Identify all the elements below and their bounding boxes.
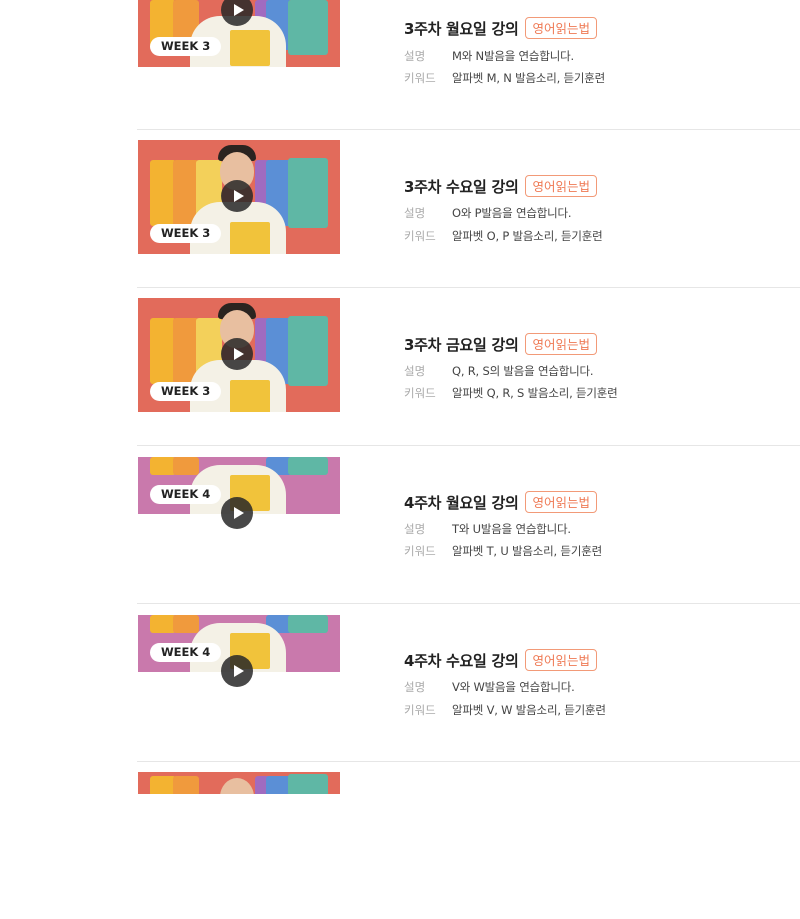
keywords-value: 알파벳 M, N 발음소리, 듣기훈련	[452, 71, 606, 85]
play-icon[interactable]	[221, 0, 253, 26]
keywords-label: 키워드	[404, 544, 436, 558]
week-badge: WEEK 4	[150, 643, 222, 662]
keywords-value: 알파벳 O, P 발음소리, 듣기훈련	[452, 229, 603, 243]
lecture-title[interactable]: 4주차 월요일 강의	[404, 492, 519, 513]
lecture-description: 설명 M와 N발음을 연습합니다.	[404, 48, 574, 64]
keywords-value: 알파벳 V, W 발음소리, 듣기훈련	[452, 703, 606, 717]
description-label: 설명	[404, 206, 426, 220]
lecture-item[interactable]: WEEK 3 3주차 금요일 강의 영어읽는법 설명 Q, R, S의 발음을 연…	[0, 287, 800, 445]
keywords-label: 키워드	[404, 229, 436, 243]
category-tag[interactable]: 영어읽는법	[525, 17, 597, 39]
play-icon[interactable]	[221, 180, 253, 212]
description-value: T와 U발음을 연습합니다.	[452, 522, 571, 536]
lecture-item[interactable]: WEEK 4 4주차 수요일 강의 영어읽는법 설명 V와 W발음을 연습합니다.…	[0, 603, 800, 761]
keywords-label: 키워드	[404, 703, 436, 717]
lecture-item[interactable]	[0, 761, 800, 919]
week-badge: WEEK 4	[150, 485, 222, 504]
lecture-description: 설명 V와 W발음을 연습합니다.	[404, 679, 575, 695]
lecture-title[interactable]: 4주차 수요일 강의	[404, 650, 519, 671]
description-value: Q, R, S의 발음을 연습합니다.	[452, 364, 594, 378]
lecture-thumbnail[interactable]: WEEK 3	[138, 298, 340, 412]
category-tag[interactable]: 영어읽는법	[525, 649, 597, 671]
keywords-label: 키워드	[404, 71, 436, 85]
description-value: O와 P발음을 연습합니다.	[452, 206, 572, 220]
lecture-title-line: 4주차 수요일 강의 영어읽는법	[404, 647, 597, 673]
lecture-thumbnail[interactable]	[138, 772, 340, 794]
lecture-item[interactable]: WEEK 3 3주차 월요일 강의 영어읽는법 설명 M와 N발음을 연습합니다.…	[0, 0, 800, 129]
keywords-value: 알파벳 Q, R, S 발음소리, 듣기훈련	[452, 386, 618, 400]
week-badge: WEEK 3	[150, 224, 222, 243]
description-label: 설명	[404, 364, 426, 378]
lecture-description: 설명 T와 U발음을 연습합니다.	[404, 521, 571, 537]
lecture-thumbnail[interactable]: WEEK 3	[138, 0, 340, 67]
lecture-item[interactable]: WEEK 3 3주차 수요일 강의 영어읽는법 설명 O와 P발음을 연습합니다.…	[0, 129, 800, 287]
lecture-description: 설명 O와 P발음을 연습합니다.	[404, 205, 572, 221]
description-label: 설명	[404, 49, 426, 63]
lecture-keywords: 키워드 알파벳 V, W 발음소리, 듣기훈련	[404, 702, 606, 718]
lecture-title-line: 3주차 수요일 강의 영어읽는법	[404, 173, 597, 199]
lecture-thumbnail[interactable]: WEEK 3	[138, 140, 340, 254]
week-badge: WEEK 3	[150, 37, 222, 56]
lecture-keywords: 키워드 알파벳 Q, R, S 발음소리, 듣기훈련	[404, 385, 618, 401]
description-label: 설명	[404, 680, 426, 694]
lecture-title-line: 4주차 월요일 강의 영어읽는법	[404, 489, 597, 515]
lecture-keywords: 키워드 알파벳 O, P 발음소리, 듣기훈련	[404, 228, 603, 244]
play-icon[interactable]	[221, 497, 253, 529]
keywords-label: 키워드	[404, 386, 436, 400]
lecture-item[interactable]: WEEK 4 4주차 월요일 강의 영어읽는법 설명 T와 U발음을 연습합니다.…	[0, 445, 800, 603]
thumbnail-illustration	[138, 772, 340, 794]
play-icon[interactable]	[221, 338, 253, 370]
lecture-title[interactable]: 3주차 월요일 강의	[404, 18, 519, 39]
lecture-title[interactable]: 3주차 수요일 강의	[404, 176, 519, 197]
lecture-description: 설명 Q, R, S의 발음을 연습합니다.	[404, 363, 594, 379]
lecture-keywords: 키워드 알파벳 T, U 발음소리, 듣기훈련	[404, 543, 602, 559]
lecture-title-line: 3주차 금요일 강의 영어읽는법	[404, 331, 597, 357]
lecture-list: WEEK 3 3주차 월요일 강의 영어읽는법 설명 M와 N발음을 연습합니다.…	[0, 0, 800, 794]
lecture-title[interactable]: 3주차 금요일 강의	[404, 334, 519, 355]
description-value: M와 N발음을 연습합니다.	[452, 49, 574, 63]
keywords-value: 알파벳 T, U 발음소리, 듣기훈련	[452, 544, 602, 558]
play-icon[interactable]	[221, 655, 253, 687]
category-tag[interactable]: 영어읽는법	[525, 333, 597, 355]
description-label: 설명	[404, 522, 426, 536]
category-tag[interactable]: 영어읽는법	[525, 175, 597, 197]
category-tag[interactable]: 영어읽는법	[525, 491, 597, 513]
lecture-title-line: 3주차 월요일 강의 영어읽는법	[404, 15, 597, 41]
lecture-keywords: 키워드 알파벳 M, N 발음소리, 듣기훈련	[404, 70, 605, 86]
description-value: V와 W발음을 연습합니다.	[452, 680, 575, 694]
week-badge: WEEK 3	[150, 382, 222, 401]
